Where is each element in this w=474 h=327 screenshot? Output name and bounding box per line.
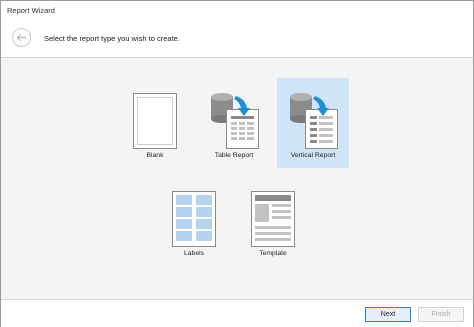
next-button[interactable]: Next xyxy=(365,307,411,322)
tile-label: Labels xyxy=(183,250,205,257)
labels-icon xyxy=(172,191,216,247)
report-type-gallery: Blank Table Report Vertical Report Label… xyxy=(1,58,473,299)
wizard-header: Select the report type you wish to creat… xyxy=(1,19,473,58)
vertical-report-icon xyxy=(290,93,338,149)
tile-label: Blank xyxy=(146,152,164,159)
title-bar: Report Wizard xyxy=(1,1,473,19)
tile-label: Template xyxy=(259,250,287,257)
back-button[interactable] xyxy=(12,28,31,47)
finish-button[interactable]: Finish xyxy=(418,307,464,322)
wizard-footer: Next Finish xyxy=(1,299,473,327)
report-type-labels[interactable]: Labels xyxy=(158,176,230,266)
report-type-table-report[interactable]: Table Report xyxy=(198,78,270,168)
window-title: Report Wizard xyxy=(7,6,55,15)
tile-label: Table Report xyxy=(214,152,254,159)
report-type-vertical-report[interactable]: Vertical Report xyxy=(277,78,349,168)
template-icon xyxy=(251,191,295,247)
table-report-icon xyxy=(211,93,259,149)
instruction-text: Select the report type you wish to creat… xyxy=(44,34,180,43)
arrow-left-icon xyxy=(16,33,26,42)
report-type-template[interactable]: Template xyxy=(237,176,309,266)
tile-label: Vertical Report xyxy=(290,152,336,159)
report-type-blank[interactable]: Blank xyxy=(119,78,191,168)
report-wizard-window: Report Wizard Select the report type you… xyxy=(0,0,474,327)
blank-report-icon xyxy=(133,93,177,149)
